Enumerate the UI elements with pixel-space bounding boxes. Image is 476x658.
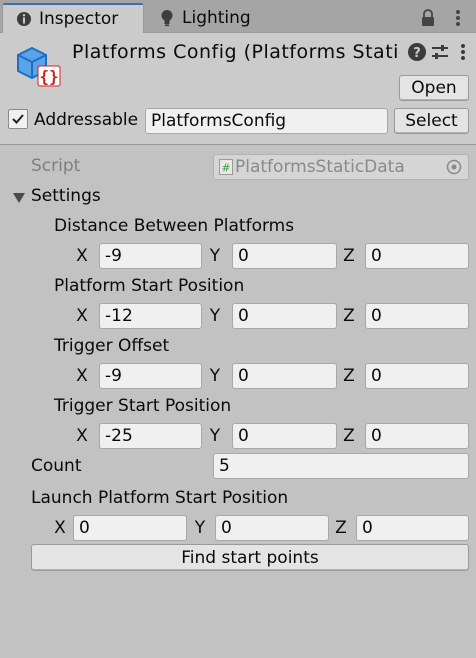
info-icon [13,8,35,30]
launch-platform-start-position-x-field[interactable]: 0 [73,515,187,541]
script-field: # PlatformsStaticData [213,154,469,180]
trigger-offset-x-field[interactable]: -9 [99,363,202,389]
trigger-start-position-z-field[interactable]: 0 [365,423,469,449]
axis-x-label: X [54,518,66,538]
trigger-offset-y-field[interactable]: 0 [232,363,337,389]
script-value: PlatformsStaticData [235,157,405,177]
axis-z-label: Z [343,306,355,326]
tab-inspector[interactable]: Inspector [2,3,144,33]
trigger-start-position-y-field[interactable]: 0 [232,423,337,449]
script-label: Script [31,156,81,176]
count-field[interactable]: 5 [213,453,469,479]
axis-x-label: X [76,306,88,326]
vector-label-distance-between-platforms: Distance Between Platforms [54,216,295,236]
distance-between-platforms-z-field[interactable]: 0 [365,243,469,269]
select-button[interactable]: Select [394,108,469,134]
context-menu-icon[interactable] [453,42,473,62]
launch-platform-start-position-y-field[interactable]: 0 [215,515,329,541]
axis-z-label: Z [335,518,347,538]
platform-start-position-y-field[interactable]: 0 [232,303,337,329]
checkmark-icon [12,114,24,124]
axis-z-label: Z [343,246,355,266]
tab-lighting[interactable]: Lighting [146,3,282,33]
tab-inspector-label: Inspector [39,8,119,29]
trigger-offset-z-field[interactable]: 0 [365,363,469,389]
axis-y-label: Y [209,366,221,386]
axis-y-label: Y [209,426,221,446]
svg-text:?: ? [413,46,421,61]
vector-label-trigger-offset: Trigger Offset [54,336,170,356]
distance-between-platforms-y-field[interactable]: 0 [232,243,337,269]
axis-z-label: Z [343,426,355,446]
open-button[interactable]: Open [399,75,469,101]
distance-between-platforms-x-field[interactable]: -9 [99,243,202,269]
addressable-label: Addressable [34,110,139,130]
launch-platform-start-position-label: Launch Platform Start Position [31,488,289,508]
vector-label-platform-start-position: Platform Start Position [54,276,245,296]
object-title: Platforms Config (Platforms Static [72,41,400,63]
settings-foldout-label[interactable]: Settings [31,184,101,208]
axis-x-label: X [76,246,88,266]
tab-lighting-label: Lighting [182,8,251,28]
bulb-icon [156,7,178,29]
presets-icon[interactable] [430,42,450,62]
axis-x-label: X [76,426,88,446]
script-file-icon: # [219,159,233,175]
foldout-arrow-icon[interactable] [13,189,25,203]
more-menu-icon[interactable] [448,8,468,28]
svg-text:#: # [221,162,230,175]
addressable-checkbox[interactable] [8,109,28,129]
address-input[interactable]: PlatformsConfig [145,108,388,134]
find-start-points-button[interactable]: Find start points [31,544,469,571]
platform-start-position-x-field[interactable]: -12 [99,303,202,329]
scriptable-object-icon: {} [14,44,62,88]
axis-y-label: Y [209,246,221,266]
launch-platform-start-position-z-field[interactable]: 0 [356,515,469,541]
lock-icon[interactable] [418,8,438,28]
vector-label-trigger-start-position: Trigger Start Position [54,396,232,416]
help-icon[interactable]: ? [407,42,427,62]
count-label: Count [31,456,82,476]
platform-start-position-z-field[interactable]: 0 [365,303,469,329]
axis-z-label: Z [343,366,355,386]
axis-y-label: Y [209,306,221,326]
object-picker-icon[interactable] [446,159,462,175]
axis-x-label: X [76,366,88,386]
trigger-start-position-x-field[interactable]: -25 [99,423,202,449]
svg-text:{}: {} [39,67,58,86]
axis-y-label: Y [194,518,206,538]
